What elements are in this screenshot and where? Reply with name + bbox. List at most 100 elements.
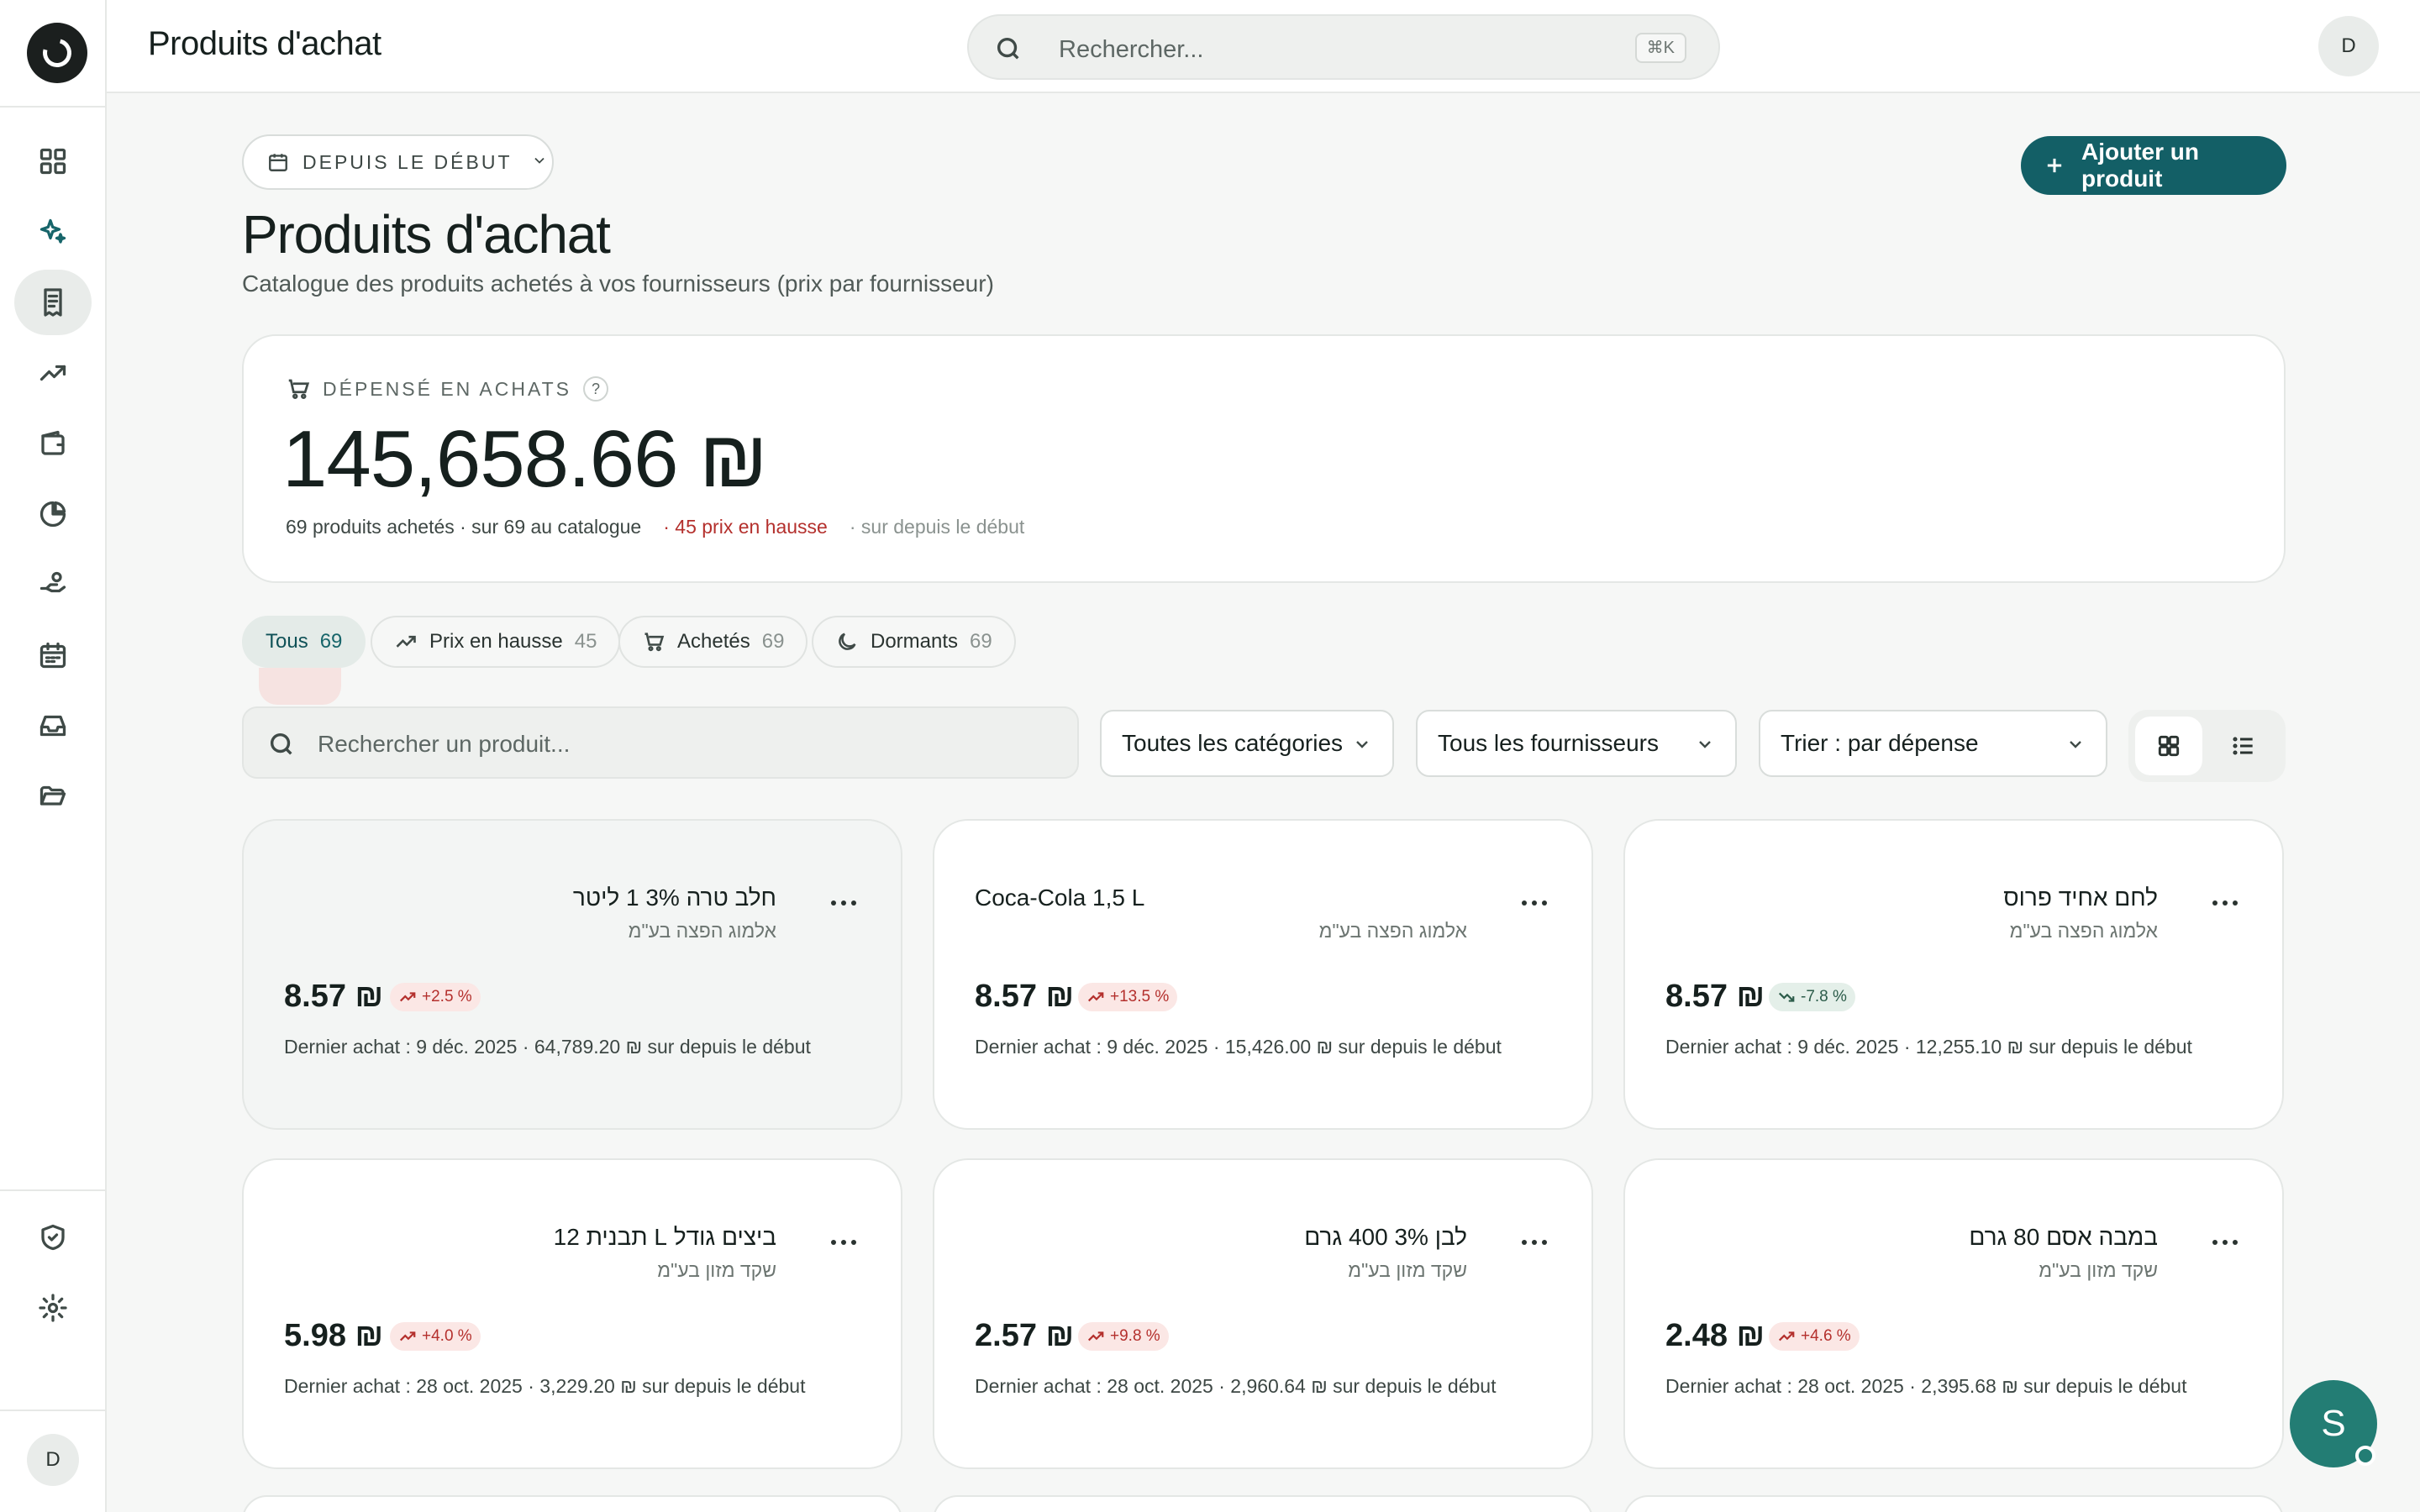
tab-rising-prices[interactable]: Prix en hausse 45 (371, 616, 621, 668)
tab-dormant[interactable]: Dormants 69 (812, 616, 1016, 668)
nav-reports[interactable] (14, 481, 92, 547)
product-card[interactable]: במבה אסם 80 גרם שקד מזון בע"מ 2.48 ₪ +4.6 %… (1623, 1158, 2284, 1469)
spend-header: DÉPENSÉ EN ACHATS ? (286, 376, 608, 402)
tab-count: 69 (970, 630, 992, 653)
user-avatar[interactable]: D (2318, 16, 2379, 76)
price-change-badge: +4.0 % (390, 1322, 481, 1351)
more-options-icon[interactable] (2208, 895, 2242, 911)
more-options-icon[interactable] (1518, 1234, 1551, 1251)
category-select[interactable]: Toutes les catégories (1100, 710, 1394, 777)
product-search-input[interactable]: Rechercher un produit... (242, 706, 1079, 779)
product-name: לחם אחיד פרוס (2003, 885, 2158, 911)
price-change-value: +4.6 % (1801, 1327, 1851, 1345)
nav-purchase-products[interactable] (14, 270, 92, 335)
product-name: במבה אסם 80 גרם (1969, 1224, 2158, 1250)
more-options-icon[interactable] (2208, 1234, 2242, 1251)
receipt-icon (44, 288, 62, 317)
product-card[interactable]: לבן 3% 400 גרם שקד מזון בע"מ 2.57 ₪ +9.8 % D… (933, 1158, 1593, 1469)
sort-select-value: Trier : par dépense (1781, 730, 1979, 756)
spend-amount: 145,658.66 ₪ (282, 414, 768, 504)
product-card[interactable] (242, 1495, 902, 1512)
price-change-value: +2.5 % (422, 988, 472, 1005)
app-logo[interactable] (27, 23, 87, 83)
more-options-icon[interactable] (827, 1234, 860, 1251)
spend-label: DÉPENSÉ EN ACHATS (323, 377, 571, 400)
tab-count: 69 (761, 630, 785, 653)
product-card[interactable] (933, 1495, 1593, 1512)
nav-wallet[interactable] (14, 411, 92, 476)
grid-view-button[interactable] (2135, 717, 2202, 775)
tab-label: Tous (266, 630, 308, 653)
price-change-badge: +9.8 % (1078, 1322, 1169, 1351)
last-purchase-detail: Dernier achat : 9 déc. 2025 · 12,255.10 … (1665, 1036, 2192, 1058)
product-card[interactable]: לחם אחיד פרוס אלמוג הפצה בע"מ 8.57 ₪ -7.8 %… (1623, 819, 2284, 1130)
nav-insights[interactable] (14, 199, 92, 265)
cart-icon (288, 379, 310, 399)
product-card[interactable]: חלב טרה 3% 1 ליטר אלמוג הפצה בע"מ 8.57 ₪ +2… (242, 819, 902, 1130)
keyboard-shortcut-badge: ⌘K (1634, 33, 1686, 63)
list-view-button[interactable] (2210, 717, 2277, 775)
nav-calendar[interactable] (14, 622, 92, 688)
tab-label: Achetés (677, 630, 750, 653)
sidebar-divider (0, 1189, 107, 1191)
category-select-value: Toutes les catégories (1122, 730, 1344, 756)
topbar: Produits d'achat Rechercher... ⌘K D (107, 0, 2420, 93)
more-options-icon[interactable] (827, 895, 860, 911)
sidebar-user-avatar[interactable]: D (27, 1434, 79, 1486)
sidebar: D (0, 0, 107, 1512)
dashboard-icon (39, 148, 66, 175)
calendar-icon (39, 642, 66, 669)
trending-up-icon (1087, 1331, 1104, 1341)
nav-inbox[interactable] (14, 693, 92, 759)
global-search-input[interactable]: Rechercher... ⌘K (967, 14, 1720, 80)
trending-down-icon (1778, 992, 1795, 1002)
support-chat-button[interactable]: S (2290, 1380, 2377, 1467)
price-change-value: +9.8 % (1110, 1327, 1160, 1345)
price-change-badge: +4.6 % (1769, 1322, 1860, 1351)
period-label: DEPUIS LE DÉBUT (302, 150, 513, 173)
add-product-label: Ajouter un produit (2081, 139, 2199, 192)
nav-documents[interactable] (14, 764, 92, 829)
online-status-dot (2355, 1446, 2375, 1466)
product-card[interactable] (1623, 1495, 2284, 1512)
product-supplier: אלמוג הפצה בע"מ (1318, 920, 1467, 942)
add-product-button[interactable]: Ajouter un produit (2021, 136, 2286, 195)
spend-meta-purchased: 69 produits achetés · sur 69 au catalogu… (286, 516, 642, 538)
more-options-icon[interactable] (1518, 895, 1551, 911)
sort-select[interactable]: Trier : par dépense (1759, 710, 2107, 777)
trending-up-icon (1778, 1331, 1795, 1341)
sidebar-divider (0, 1410, 107, 1411)
supplier-select[interactable]: Tous les fournisseurs (1416, 710, 1737, 777)
spend-meta: 69 produits achetés · sur 69 au catalogu… (286, 516, 1024, 538)
chevron-down-icon (531, 152, 548, 173)
spend-meta-rising[interactable]: · 45 prix en hausse (663, 516, 828, 538)
spend-meta-period: · sur depuis le début (849, 516, 1025, 538)
page-subtitle: Catalogue des produits achetés à vos fou… (242, 270, 994, 297)
price-change-badge: +13.5 % (1078, 983, 1178, 1011)
product-supplier: שקד מזון בע"מ (2039, 1259, 2158, 1281)
grid-icon (2158, 735, 2180, 757)
search-icon (270, 732, 292, 755)
folder-open-icon (39, 785, 66, 806)
nav-payments[interactable] (14, 552, 92, 617)
list-icon (2233, 737, 2253, 755)
period-selector[interactable]: DEPUIS LE DÉBUT (242, 134, 554, 190)
moon-icon (839, 633, 856, 650)
trending-up-icon (399, 1331, 416, 1341)
tab-purchased[interactable]: Achetés 69 (618, 616, 808, 668)
product-name: Coca-Cola 1,5 L (975, 885, 1145, 911)
trending-up-icon (1087, 992, 1104, 1002)
product-supplier: שקד מזון בע"מ (657, 1259, 776, 1281)
price-change-value: +4.0 % (422, 1327, 472, 1345)
product-card[interactable]: ביצים גודל L תבנית 12 שקד מזון בע"מ 5.98 ₪… (242, 1158, 902, 1469)
nav-security[interactable] (14, 1205, 92, 1270)
product-card[interactable]: Coca-Cola 1,5 L אלמוג הפצה בע"מ 8.57 ₪ +13.… (933, 819, 1593, 1130)
nav-settings[interactable] (14, 1275, 92, 1341)
nav-dashboard[interactable] (14, 129, 92, 194)
shield-check-icon (41, 1224, 65, 1251)
tab-all[interactable]: Tous 69 (242, 616, 366, 668)
help-icon[interactable]: ? (582, 376, 608, 402)
sidebar-divider (0, 106, 107, 108)
last-purchase-detail: Dernier achat : 9 déc. 2025 · 15,426.00 … (975, 1036, 1502, 1058)
nav-trends[interactable] (14, 340, 92, 406)
